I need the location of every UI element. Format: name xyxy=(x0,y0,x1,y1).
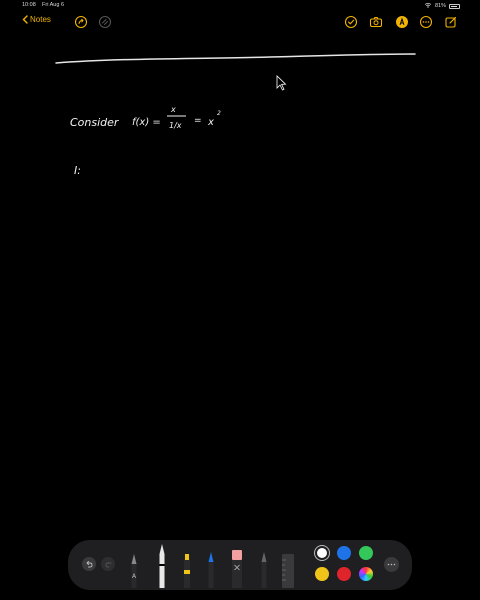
share-icon[interactable] xyxy=(74,15,88,29)
note-fx: f(x) = xyxy=(132,117,161,128)
palette-undo-button[interactable] xyxy=(82,557,96,571)
markup-icon[interactable] xyxy=(395,15,409,29)
note-word-consider: Consider xyxy=(70,116,120,129)
color-swatch-blue[interactable] xyxy=(337,546,351,560)
chevron-left-icon xyxy=(22,15,28,24)
status-bar: 10:08 Fri Aug 6 81% xyxy=(0,0,480,10)
wifi-icon xyxy=(424,2,432,10)
color-swatch-red[interactable] xyxy=(337,567,351,581)
status-indicators: 81% xyxy=(424,2,460,10)
note-next-line: I: xyxy=(74,164,81,177)
undo-circle-icon[interactable] xyxy=(98,15,112,29)
drawing-canvas[interactable]: Consider f(x) = x 1/x = x 2 I: xyxy=(0,32,480,532)
status-date: Fri Aug 6 xyxy=(42,2,65,8)
ellipsis-icon xyxy=(387,563,396,566)
highlighter-tool[interactable] xyxy=(181,552,193,588)
color-swatch-green[interactable] xyxy=(359,546,373,560)
note-equals: = xyxy=(194,116,202,126)
more-circle-icon[interactable] xyxy=(419,15,433,29)
eraser-tool[interactable] xyxy=(230,548,244,588)
status-time: 10:08 xyxy=(22,2,36,8)
battery-percent: 81% xyxy=(434,3,446,9)
compose-icon[interactable] xyxy=(444,15,458,29)
notes-toolbar: Notes xyxy=(0,12,480,32)
redo-icon xyxy=(105,562,112,568)
ruler-tool[interactable] xyxy=(280,552,296,588)
note-fraction-numerator: x xyxy=(170,105,176,114)
tool-palette: A xyxy=(68,540,412,590)
undo-icon xyxy=(86,561,93,568)
back-to-notes-button[interactable]: Notes xyxy=(22,15,51,24)
fountain-pen-tool[interactable] xyxy=(205,550,217,588)
back-label: Notes xyxy=(30,15,51,24)
divider-stroke xyxy=(55,53,416,64)
handwriting-layer: Consider f(x) = x 1/x = x 2 I: xyxy=(55,53,416,177)
pencil-tool[interactable] xyxy=(258,550,270,588)
camera-icon[interactable] xyxy=(369,15,383,29)
palette-redo-button[interactable] xyxy=(101,557,115,571)
note-fraction-denominator: 1/x xyxy=(169,121,182,130)
pen-tool[interactable]: A xyxy=(128,550,140,588)
cursor-icon xyxy=(276,75,287,91)
battery-icon xyxy=(449,3,460,9)
palette-more-button[interactable] xyxy=(384,557,399,572)
checklist-icon[interactable] xyxy=(344,15,358,29)
monoline-tool[interactable] xyxy=(156,542,168,588)
color-swatch-white[interactable] xyxy=(315,546,329,560)
note-exponent: 2 xyxy=(217,110,221,117)
note-x: x xyxy=(207,117,214,128)
color-swatch-yellow[interactable] xyxy=(315,567,329,581)
color-picker-multicolor[interactable] xyxy=(359,567,373,581)
